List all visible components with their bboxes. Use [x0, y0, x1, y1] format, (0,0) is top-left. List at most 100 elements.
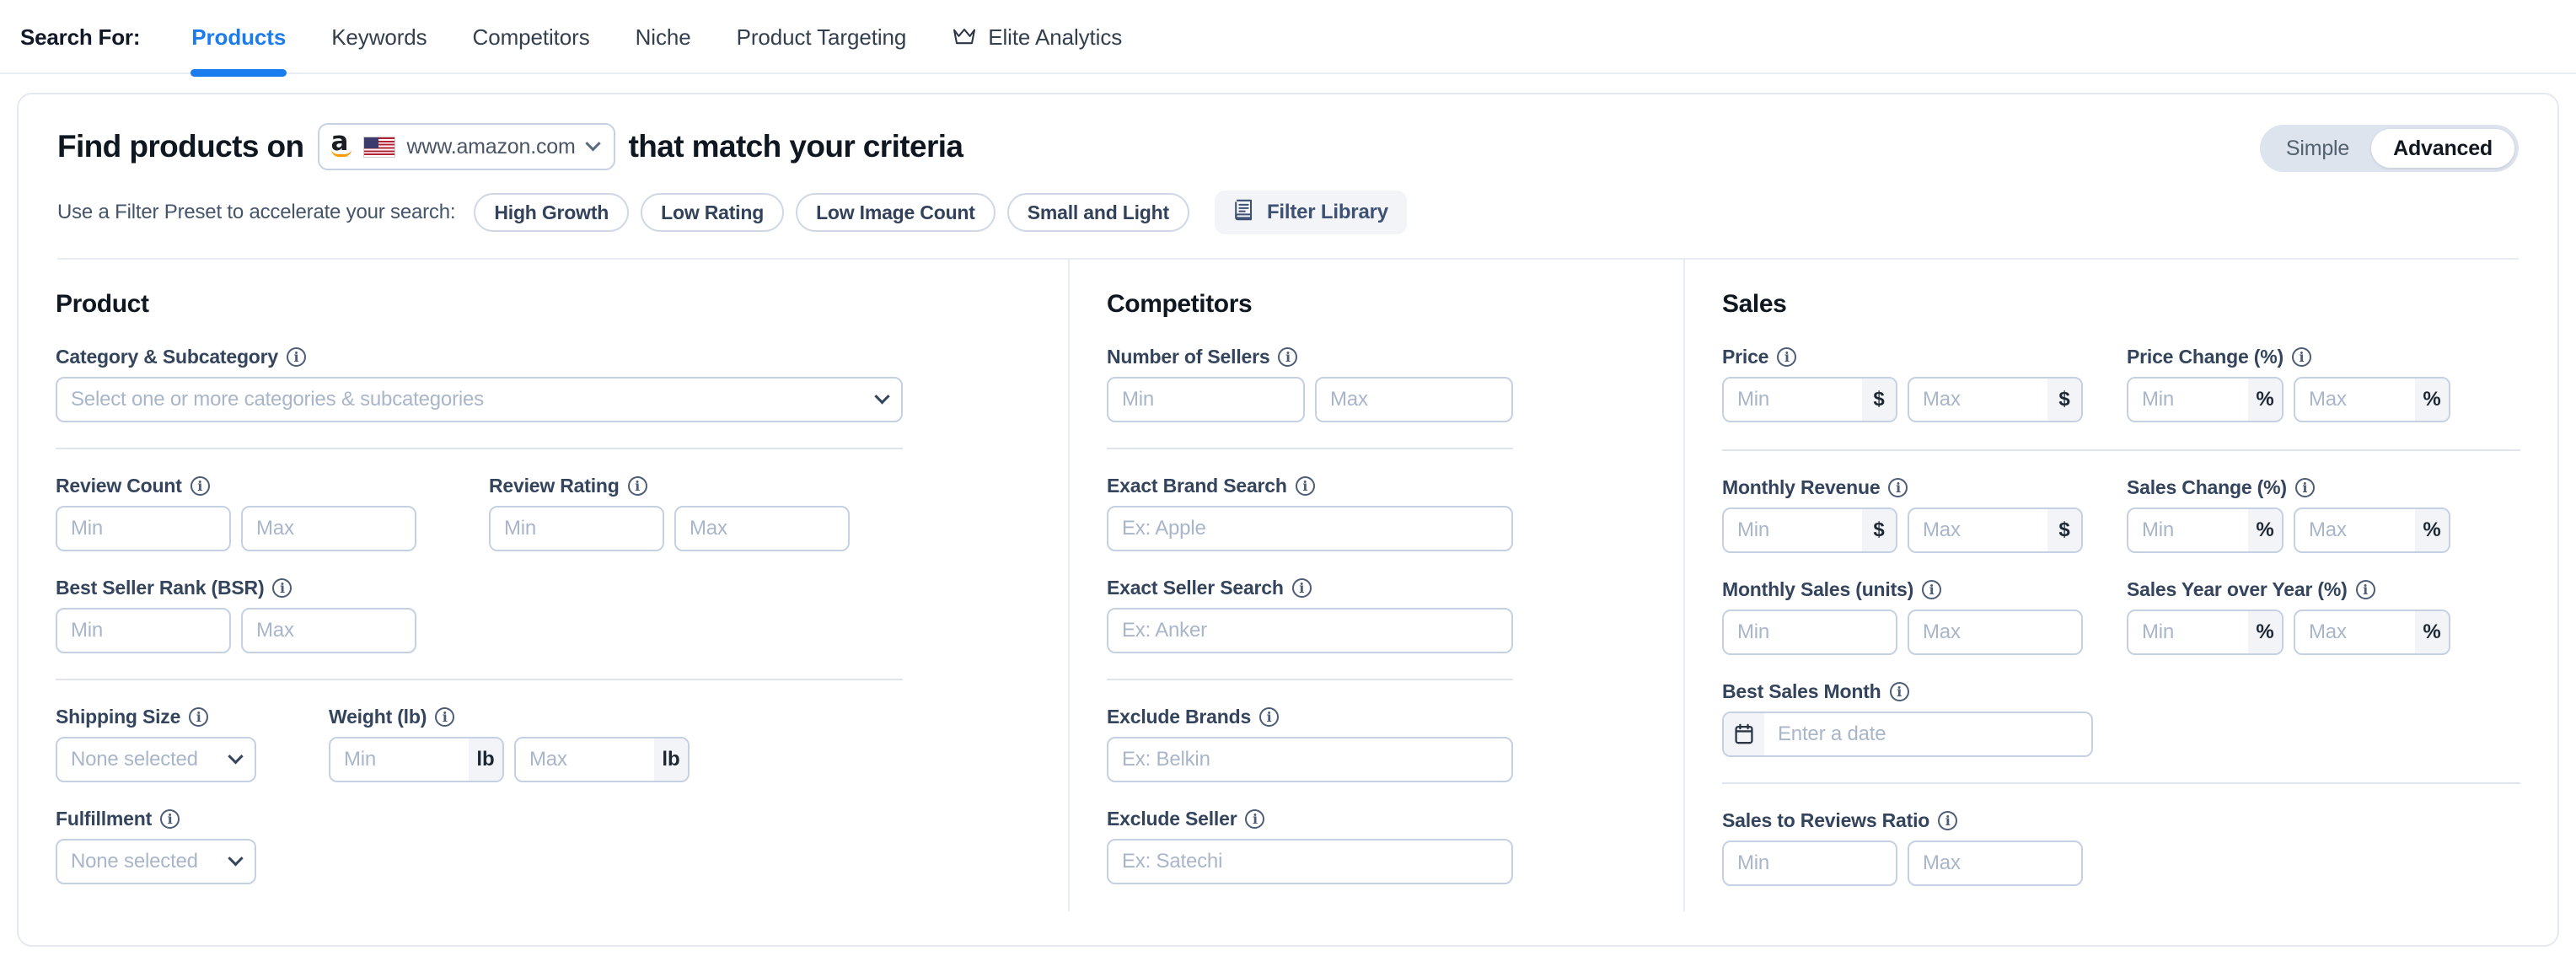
review-rating-min-input[interactable]: Min	[489, 506, 664, 551]
info-icon[interactable]: i	[2294, 478, 2315, 497]
best-sales-month-input[interactable]: Enter a date	[1722, 712, 2093, 757]
exclude-brands-label: Exclude Brands i	[1107, 706, 1646, 728]
best-sales-month-label-text: Best Sales Month	[1722, 680, 1881, 702]
filters-columns: Product Category & Subcategory i Select …	[19, 260, 2557, 945]
field-price-change: Price Change (%) i Min % Max %	[2127, 346, 2450, 422]
info-icon[interactable]: i	[627, 476, 647, 496]
mode-toggle-advanced[interactable]: Advanced	[2371, 129, 2514, 168]
weight-max-input[interactable]: Max lb	[514, 737, 690, 782]
review-count-max-input[interactable]: Max	[241, 506, 416, 551]
info-icon[interactable]: i	[1259, 707, 1280, 727]
info-icon[interactable]: i	[1295, 476, 1315, 496]
exact-brand-search-input[interactable]: Ex: Apple	[1107, 506, 1513, 551]
nav-tab-list: Products Keywords Competitors Niche Prod…	[169, 0, 1145, 77]
info-icon[interactable]: i	[1291, 578, 1312, 598]
review-rating-max-input[interactable]: Max	[674, 506, 850, 551]
currency-unit-usd: $	[2047, 509, 2081, 551]
monthly-revenue-inputs: Min $ Max $	[1722, 508, 2083, 553]
info-icon[interactable]: i	[1938, 811, 1958, 830]
bsr-min-input[interactable]: Min	[56, 608, 231, 653]
exclude-brands-input[interactable]: Ex: Belkin	[1107, 737, 1513, 782]
info-icon[interactable]: i	[435, 707, 455, 727]
info-icon[interactable]: i	[2355, 580, 2375, 599]
field-fulfillment: Fulfillment i None selected	[56, 808, 1031, 884]
review-count-min-input[interactable]: Min	[56, 506, 231, 551]
tab-products[interactable]: Products	[169, 0, 309, 77]
info-icon[interactable]: i	[1777, 347, 1797, 367]
preset-low-rating[interactable]: Low Rating	[641, 193, 785, 232]
sales-to-reviews-ratio-max-input[interactable]: Max	[1908, 841, 2083, 886]
tab-niche[interactable]: Niche	[613, 0, 714, 74]
tab-keywords[interactable]: Keywords	[309, 0, 449, 74]
info-icon[interactable]: i	[1278, 347, 1298, 367]
weight-max-placeholder: Max	[529, 748, 567, 771]
price-max-input[interactable]: Max $	[1908, 377, 2083, 422]
weight-min-input[interactable]: Min lb	[329, 737, 504, 782]
exact-seller-search-input[interactable]: Ex: Anker	[1107, 608, 1513, 653]
monthly-sales-max-input[interactable]: Max	[1908, 610, 2083, 655]
number-of-sellers-min-input[interactable]: Min	[1107, 377, 1305, 422]
field-bsr: Best Seller Rank (BSR) i Min Max	[56, 577, 1031, 653]
tab-competitors-label: Competitors	[472, 24, 590, 50]
number-of-sellers-max-placeholder: Max	[1330, 388, 1368, 411]
sales-change-max-input[interactable]: Max %	[2294, 508, 2450, 553]
info-icon[interactable]: i	[2291, 347, 2311, 367]
amazon-logo: a	[330, 128, 352, 163]
column-product: Product Category & Subcategory i Select …	[19, 260, 1068, 911]
info-icon[interactable]: i	[160, 809, 180, 829]
tab-competitors[interactable]: Competitors	[450, 0, 613, 74]
category-select[interactable]: Select one or more categories & subcateg…	[56, 377, 903, 422]
info-icon[interactable]: i	[272, 578, 292, 598]
monthly-sales-label: Monthly Sales (units) i	[1722, 578, 2083, 601]
preset-small-and-light[interactable]: Small and Light	[1006, 193, 1189, 232]
sales-yoy-inputs: Min % Max %	[2127, 610, 2450, 655]
info-icon[interactable]: i	[1245, 809, 1265, 829]
monthly-revenue-min-input[interactable]: Min $	[1722, 508, 1897, 553]
price-min-input[interactable]: Min $	[1722, 377, 1897, 422]
price-change-min-input[interactable]: Min %	[2127, 377, 2284, 422]
monthly-sales-min-input[interactable]: Min	[1722, 610, 1897, 655]
number-of-sellers-max-input[interactable]: Max	[1315, 377, 1513, 422]
preset-high-growth[interactable]: High Growth	[474, 193, 630, 232]
tab-product-targeting[interactable]: Product Targeting	[714, 0, 930, 74]
exclude-seller-placeholder: Ex: Satechi	[1122, 850, 1223, 873]
category-label: Category & Subcategory i	[56, 346, 1031, 368]
field-monthly-revenue: Monthly Revenue i Min $ Max $	[1722, 476, 2083, 553]
weight-unit-lb: lb	[654, 738, 688, 781]
sales-to-reviews-ratio-inputs: Min Max	[1722, 841, 2520, 886]
bsr-min-placeholder: Min	[71, 619, 104, 642]
number-of-sellers-min-placeholder: Min	[1122, 388, 1155, 411]
sales-change-min-input[interactable]: Min %	[2127, 508, 2284, 553]
info-icon[interactable]: i	[1888, 478, 1908, 497]
field-price: Price i Min $ Max $	[1722, 346, 2083, 422]
preset-low-image-count[interactable]: Low Image Count	[796, 193, 996, 232]
exclude-seller-input[interactable]: Ex: Satechi	[1107, 839, 1513, 884]
fulfillment-select[interactable]: None selected	[56, 839, 256, 884]
sales-to-reviews-ratio-min-input[interactable]: Min	[1722, 841, 1897, 886]
sales-divider-2	[1722, 782, 2520, 784]
column-sales-title: Sales	[1722, 290, 1787, 318]
calendar-icon	[1724, 713, 1764, 755]
monthly-revenue-max-input[interactable]: Max $	[1908, 508, 2083, 553]
bsr-max-input[interactable]: Max	[241, 608, 416, 653]
bsr-inputs: Min Max	[56, 608, 1031, 653]
shipping-size-select[interactable]: None selected	[56, 737, 256, 782]
price-change-max-input[interactable]: Max %	[2294, 377, 2450, 422]
info-icon[interactable]: i	[1889, 682, 1909, 701]
filter-library-button[interactable]: Filter Library	[1214, 191, 1407, 234]
sales-yoy-max-input[interactable]: Max %	[2294, 610, 2450, 655]
percent-unit: %	[2415, 379, 2449, 421]
marketplace-domain-selector[interactable]: a www.amazon.com	[317, 123, 615, 170]
bsr-max-placeholder: Max	[256, 619, 294, 642]
info-icon[interactable]: i	[287, 347, 306, 367]
column-competitors-title: Competitors	[1107, 290, 1253, 318]
info-icon[interactable]: i	[1922, 580, 1942, 599]
exclude-seller-label-text: Exclude Seller	[1107, 808, 1237, 830]
mode-toggle-simple[interactable]: Simple	[2264, 129, 2371, 168]
number-of-sellers-label-text: Number of Sellers	[1107, 346, 1270, 368]
chevron-down-icon	[874, 388, 890, 404]
info-icon[interactable]: i	[190, 476, 210, 496]
info-icon[interactable]: i	[189, 707, 209, 727]
tab-elite-analytics[interactable]: Elite Analytics	[929, 0, 1145, 74]
sales-yoy-min-input[interactable]: Min %	[2127, 610, 2284, 655]
